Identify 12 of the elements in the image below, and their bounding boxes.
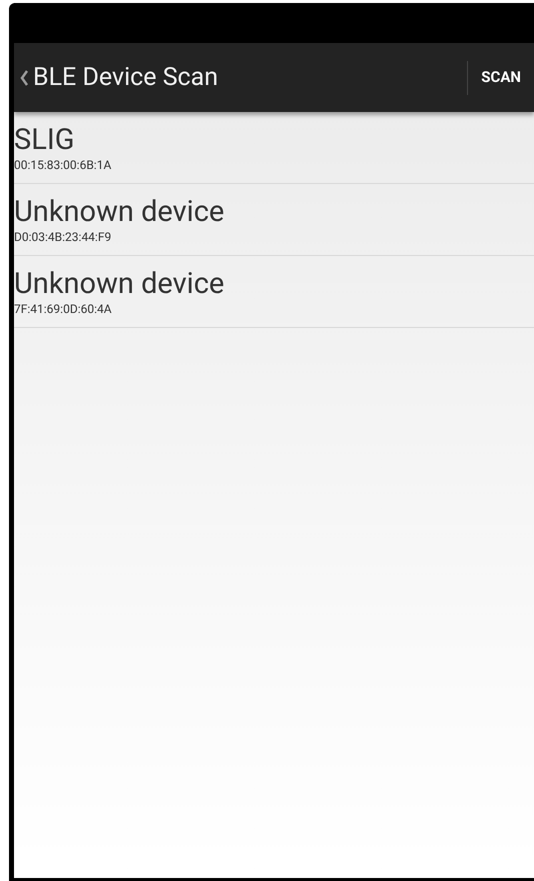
device-name: Unknown device (14, 266, 226, 300)
screen-title: BLE Device Scan (33, 62, 220, 94)
device-name: Unknown device (14, 194, 226, 228)
device-address: 7F:41:69:0D:60:4A (14, 300, 113, 316)
device-row[interactable]: Unknown device 7F:41:69:0D:60:4A (14, 256, 534, 328)
device-name: SLIG (14, 122, 76, 156)
scan-button[interactable]: SCAN (468, 43, 534, 112)
device-address: D0:03:4B:23:44:F9 (14, 228, 112, 244)
device-row[interactable]: SLIG 00:15:83:00:6B:1A (14, 112, 534, 184)
device-address: 00:15:83:00:6B:1A (14, 156, 112, 172)
device-row[interactable]: Unknown device D0:03:4B:23:44:F9 (14, 184, 534, 256)
back-chevron-icon[interactable] (20, 70, 29, 86)
